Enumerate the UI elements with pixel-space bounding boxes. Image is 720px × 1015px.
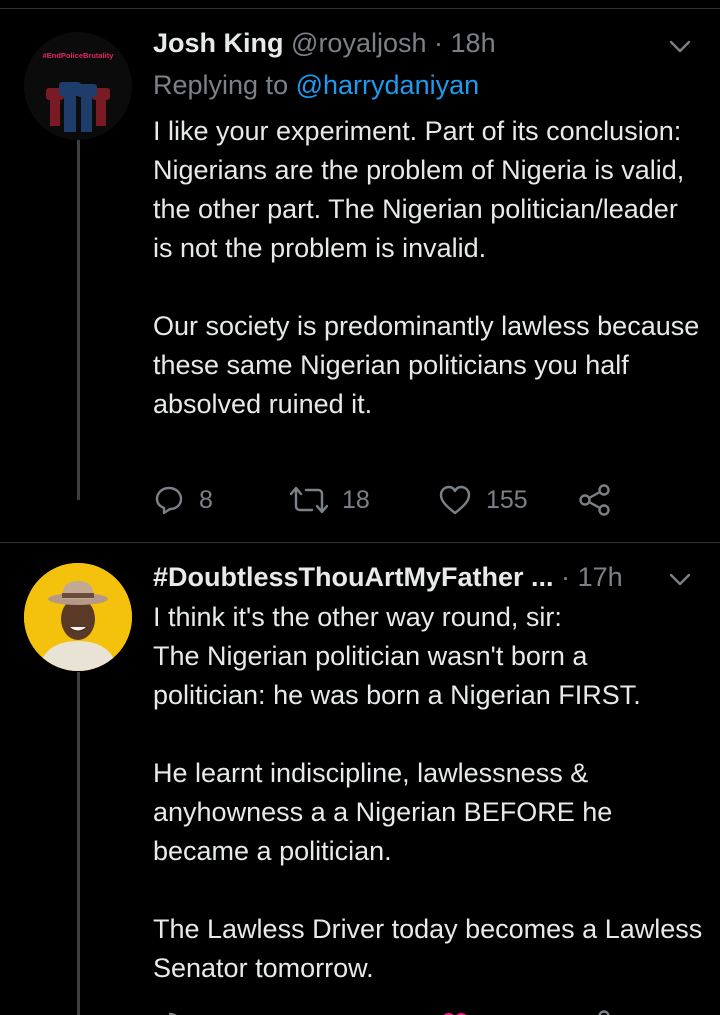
share-icon bbox=[579, 484, 610, 516]
reply-button[interactable] bbox=[153, 1006, 185, 1015]
tweet-text: I like your experiment. Part of its conc… bbox=[153, 116, 700, 419]
reply-icon bbox=[168, 1012, 177, 1015]
time-separator: · bbox=[434, 28, 444, 58]
profile-photo-icon bbox=[24, 563, 132, 671]
like-button[interactable]: 155 bbox=[438, 480, 528, 520]
thread-connector bbox=[77, 140, 80, 500]
reply-count: 8 bbox=[199, 485, 213, 514]
author-name[interactable]: #DoubtlessThouArtMyFather ... bbox=[153, 562, 554, 592]
replying-to-label: Replying to bbox=[153, 70, 289, 100]
avatar[interactable]: #EndPoliceBrutality bbox=[24, 32, 132, 140]
heart-icon bbox=[443, 1013, 467, 1015]
thread-connector bbox=[77, 672, 80, 1015]
author-handle[interactable]: @royaljosh bbox=[291, 28, 426, 58]
tweet-time[interactable]: 17h bbox=[578, 562, 623, 592]
retweet-icon bbox=[290, 486, 328, 514]
chevron-down-icon[interactable] bbox=[667, 33, 693, 59]
avatar[interactable] bbox=[24, 563, 132, 671]
chevron-down-icon[interactable] bbox=[667, 566, 693, 592]
like-button[interactable] bbox=[438, 1006, 472, 1015]
tweet-actions: 8 18 155 bbox=[153, 480, 623, 520]
avatar-badge-text: #EndPoliceBrutality bbox=[43, 51, 115, 60]
heart-icon bbox=[439, 485, 471, 515]
top-divider bbox=[0, 8, 720, 9]
share-icon bbox=[598, 1010, 610, 1015]
tweet-divider bbox=[0, 542, 720, 543]
reply-button[interactable]: 8 bbox=[153, 480, 213, 520]
share-button[interactable] bbox=[578, 480, 612, 520]
share-button[interactable] bbox=[578, 1006, 612, 1015]
replying-to-handle[interactable]: @harrydaniyan bbox=[296, 70, 480, 100]
retweet-button[interactable]: 18 bbox=[290, 480, 370, 520]
tweet-actions bbox=[153, 1006, 623, 1015]
author-name[interactable]: Josh King bbox=[153, 28, 284, 58]
tweet-time[interactable]: 18h bbox=[451, 28, 496, 58]
retweet-count: 18 bbox=[342, 485, 370, 514]
like-count: 155 bbox=[486, 485, 528, 514]
fist-logo-icon: #EndPoliceBrutality bbox=[24, 32, 132, 140]
reply-icon bbox=[155, 486, 183, 515]
time-separator: · bbox=[561, 562, 571, 592]
tweet-text: I think it's the other way round, sir: T… bbox=[153, 602, 703, 983]
